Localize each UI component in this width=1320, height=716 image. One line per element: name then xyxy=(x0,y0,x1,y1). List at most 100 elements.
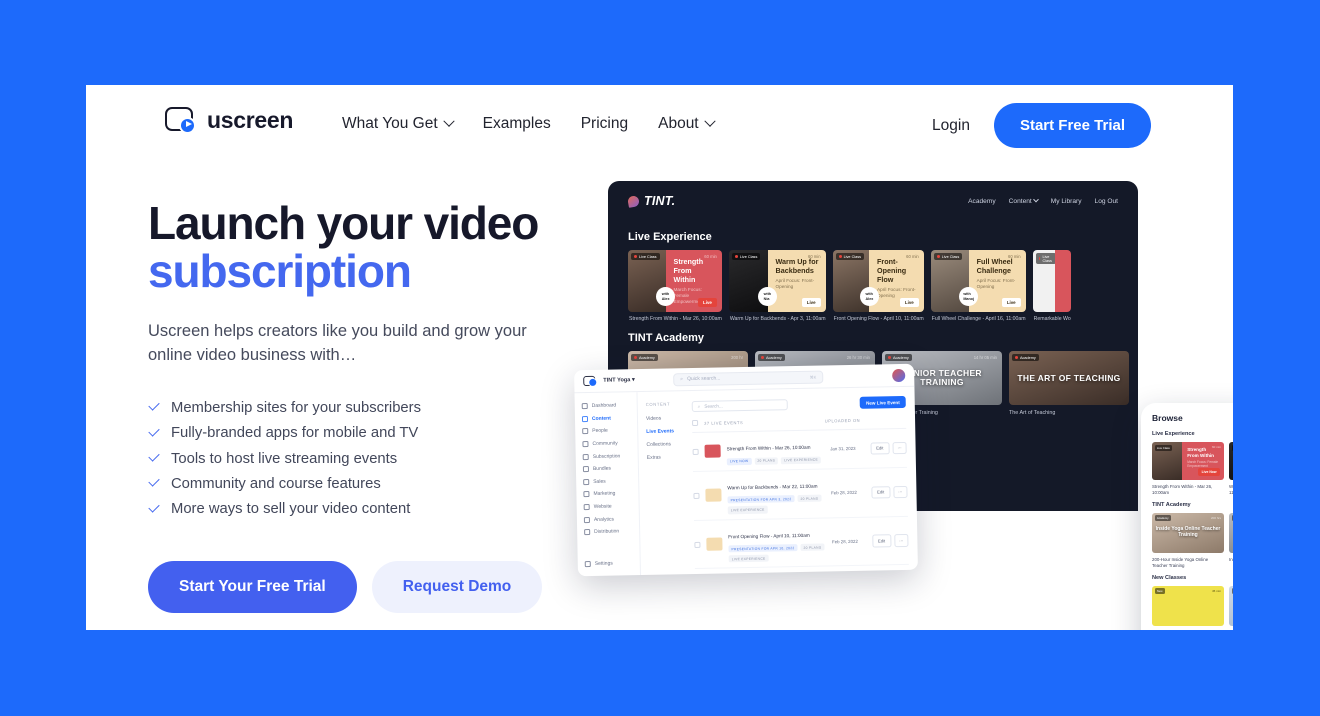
phone-academy-card[interactable]: Academy 200 hrs Inside Yoga Online Teach… xyxy=(1152,512,1224,569)
phone-live-card[interactable]: Live Class 60 min Strength From Within M… xyxy=(1152,442,1224,496)
login-link[interactable]: Login xyxy=(932,117,970,135)
marketing-icon xyxy=(583,491,590,498)
more-options-icon[interactable]: ··· xyxy=(892,441,907,455)
sidebar-item-marketing[interactable]: Marketing xyxy=(583,487,638,501)
page-title: Launch your video subscription xyxy=(148,199,618,297)
section-label: TINT Academy xyxy=(1152,501,1191,508)
nav-item-pricing[interactable]: Pricing xyxy=(581,115,628,133)
quick-search-input[interactable]: ⌕ Quick search... ⌘K xyxy=(673,370,824,386)
hero-card: uscreen What You Get Examples Pricing Ab… xyxy=(86,85,1233,630)
request-demo-button[interactable]: Request Demo xyxy=(371,561,543,614)
live-class-card[interactable]: Live Class xyxy=(1032,250,1071,312)
section-label: Live Experience xyxy=(1152,431,1195,437)
phone-new-class-card[interactable]: New 45 min xyxy=(1152,585,1224,626)
sidebar-item-settings[interactable]: Settings xyxy=(584,557,613,570)
web-nav-my-library[interactable]: My Library xyxy=(1051,198,1082,205)
academy-card[interactable]: Academy THE ART OF TEACHING The Art of T… xyxy=(1009,351,1129,416)
new-badge: New xyxy=(1231,588,1233,595)
start-free-trial-button[interactable]: Start Free Trial xyxy=(993,103,1151,148)
sidebar-item-subscription[interactable]: Subscription xyxy=(582,449,638,463)
sidebar-item-analytics[interactable]: Analytics xyxy=(583,512,639,526)
subnav-item-live-events[interactable]: Live Events xyxy=(646,425,686,439)
web-nav-content[interactable]: Content xyxy=(1009,196,1039,205)
card-subtitle: April Focus: Front-Opening xyxy=(976,278,1016,290)
card-caption: Remarkable Wo xyxy=(1033,316,1071,322)
row-checkbox[interactable] xyxy=(694,541,701,548)
more-options-icon[interactable]: ··· xyxy=(893,485,908,498)
row-checkbox[interactable] xyxy=(693,492,700,499)
card-body: 60 min Full Wheel Challenge April Focus:… xyxy=(968,250,1026,312)
sidebar-item-community[interactable]: Community xyxy=(582,437,637,451)
sidebar-item-distribution[interactable]: Distribution xyxy=(584,525,639,539)
select-all-checkbox[interactable] xyxy=(692,419,699,427)
row-title: Warm Up for Backbends - Mar 22, 11:00am xyxy=(727,483,818,491)
subnav-item-collections[interactable]: Collections xyxy=(646,438,686,452)
check-icon xyxy=(148,478,160,490)
primary-nav: What You Get Examples Pricing About xyxy=(342,115,716,133)
table-row[interactable]: Front Opening Flow - April 10, 11:00am P… xyxy=(693,516,909,570)
column-count-label: 37 LIVE EVENTS xyxy=(704,419,744,426)
phone-live-card[interactable]: Live Class Warm Up for Backbends Warm Up… xyxy=(1229,442,1233,496)
subnav-item-extras[interactable]: Extras xyxy=(647,450,687,464)
web-nav-log-out[interactable]: Log Out xyxy=(1095,198,1118,205)
nav-item-what-you-get[interactable]: What You Get xyxy=(342,115,455,133)
sidebar-item-sales[interactable]: Sales xyxy=(583,475,638,489)
card-body xyxy=(1055,250,1071,312)
nav-item-examples[interactable]: Examples xyxy=(483,115,551,133)
edit-button[interactable]: Edit xyxy=(871,534,892,548)
tag: 20 PLANS xyxy=(797,494,822,503)
row-date: Jan 31, 2023 xyxy=(830,446,856,452)
academy-badge: Academy xyxy=(631,354,658,361)
sidebar-item-content[interactable]: Content xyxy=(581,412,637,426)
new-live-event-button[interactable]: New Live Event xyxy=(859,395,906,409)
card-title: Warm Up for Backbends xyxy=(775,257,819,275)
search-input[interactable]: ⌕ Search... xyxy=(691,398,788,412)
sidebar-item-bundles[interactable]: Bundles xyxy=(582,462,638,476)
sidebar-item-dashboard[interactable]: Dashboard xyxy=(581,399,637,413)
tag: LIVE NOW xyxy=(726,457,752,466)
table-row[interactable]: Strength From Within - Mar 26, 10:00am L… xyxy=(692,428,907,472)
avatar[interactable] xyxy=(892,368,906,382)
live-class-card[interactable]: Live Class 60 min Strength From Within M… xyxy=(628,250,722,312)
card-subtitle: April Focus: Front-Opening xyxy=(775,278,815,290)
sidebar-item-website[interactable]: Website xyxy=(583,500,639,514)
list-item: Fully-branded apps for mobile and TV xyxy=(148,421,618,446)
subnav-label: CONTENT xyxy=(645,401,671,407)
search-icon: ⌕ xyxy=(680,376,684,383)
nav-item-about[interactable]: About xyxy=(658,115,716,133)
search-icon: ⌕ xyxy=(697,403,701,409)
instructor-thumbnail: Live Class xyxy=(1032,250,1057,312)
workspace-selector[interactable]: TINT Yoga ▾ xyxy=(603,377,635,384)
row-date: Feb 28, 2022 xyxy=(831,489,857,496)
logo-text: uscreen xyxy=(207,107,294,133)
admin-sidebar: Dashboard Content People Community Subsc… xyxy=(574,392,641,577)
live-class-card[interactable]: Live Class 60 min Front-Opening Flow Apr… xyxy=(832,250,924,312)
sidebar-item-people[interactable]: People xyxy=(582,424,637,438)
gear-icon xyxy=(584,560,591,567)
row-title: Front Opening Flow - April 10, 11:00am xyxy=(728,532,810,539)
headline-line-2: subscription xyxy=(148,244,412,297)
card-subtitle: March Focus: Female Empowerment xyxy=(1187,460,1219,468)
live-experience-row: Live Class 60 min Strength From Within M… xyxy=(608,250,1138,322)
check-icon xyxy=(148,504,160,516)
list-item-label: Fully-branded apps for mobile and TV xyxy=(171,425,419,442)
row-checkbox[interactable] xyxy=(692,448,699,455)
chevron-down-icon xyxy=(1032,196,1039,202)
web-nav-academy[interactable]: Academy xyxy=(968,198,996,205)
phone-new-class-card[interactable]: New International Women xyxy=(1229,585,1233,626)
more-options-icon[interactable]: ··· xyxy=(894,534,909,547)
live-badge: Live xyxy=(801,298,821,307)
uscreen-logo[interactable]: uscreen xyxy=(165,107,293,134)
card-caption: 200-Hour Inside Yoga Online Teacher Trai… xyxy=(1152,556,1209,568)
live-class-card[interactable]: Live Class 60 min Full Wheel Challenge A… xyxy=(930,250,1026,312)
tag: LIVE EXPERIENCE xyxy=(727,505,768,514)
live-class-card[interactable]: Live Class 60 min Warm Up for Backbends … xyxy=(728,250,826,312)
phone-academy-card[interactable]: Academy INSIDE FLOW ACADEMY Inside Flow … xyxy=(1229,512,1233,569)
row-actions: Edit ··· xyxy=(870,485,908,499)
edit-button[interactable]: Edit xyxy=(870,485,891,499)
nav-item-label: What You Get xyxy=(342,115,438,132)
table-row[interactable]: Warm Up for Backbends - Mar 22, 11:00am … xyxy=(693,467,908,521)
start-your-free-trial-button[interactable]: Start Your Free Trial xyxy=(148,561,357,614)
subnav-item-videos[interactable]: Videos xyxy=(646,412,686,426)
edit-button[interactable]: Edit xyxy=(870,441,890,455)
